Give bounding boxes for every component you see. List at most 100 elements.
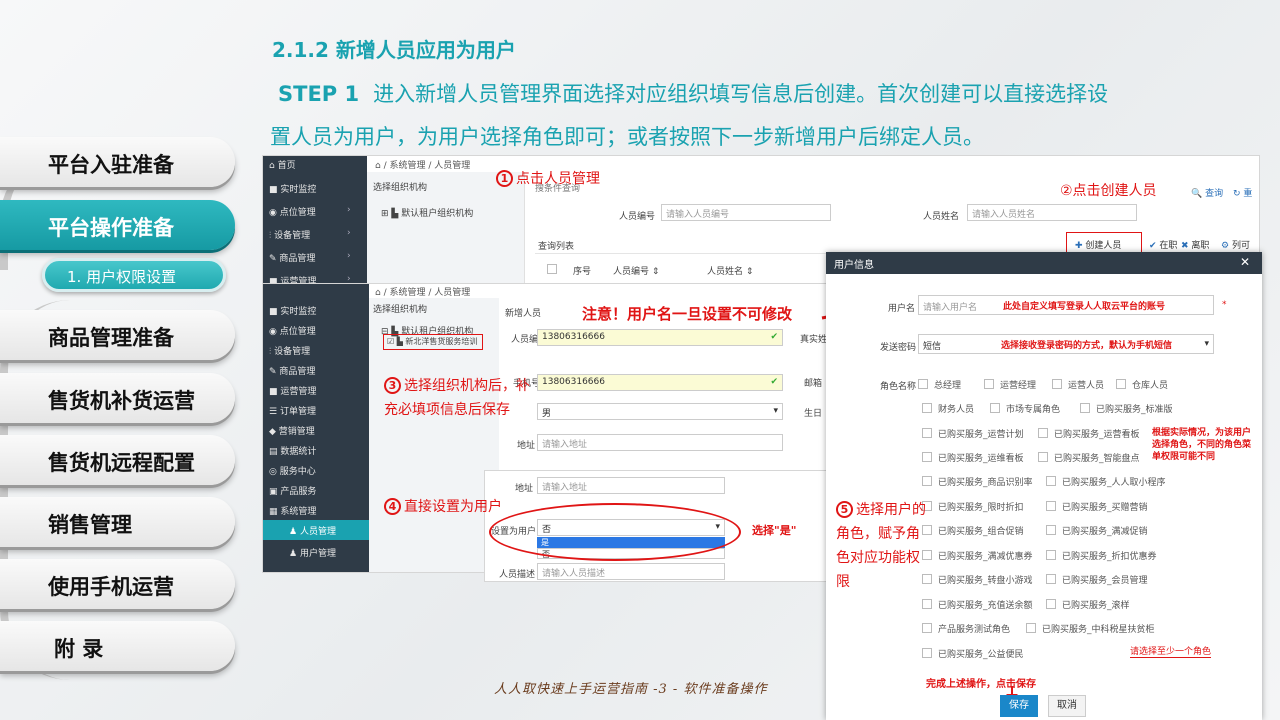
role-checkbox[interactable]: 总经理 [918, 378, 961, 391]
emp-no-input[interactable]: 13806316666 ✔ [537, 329, 783, 346]
emp-name-input[interactable]: 请输入人员姓名 [967, 204, 1137, 221]
sidebar-item-goods[interactable]: ✎ 商品管理 [269, 251, 315, 264]
annotation-notice: 注意！用户名一旦设置不可修改 [582, 305, 793, 323]
sidebar-dark: ⌂ 首页 ■ 实时监控 ◉ 点位管理 ⫶ 设备管理 ✎ 商品管理 ■ 运营管理 … [263, 156, 367, 284]
section-heading: 2.1.2 新增人员应用为用户 [272, 38, 516, 62]
step-number-1: 1 [496, 170, 513, 187]
sidebar-item-service[interactable]: ◎ 服务中心 [269, 464, 316, 477]
sidebar-item-monitor[interactable]: ■ 实时监控 [269, 182, 316, 195]
role-note: 根据实际情况，为该用户选择角色，不同的角色菜单权限可能不同 [1152, 428, 1252, 462]
send-password-select[interactable]: 短信 选择接收登录密码的方式，默认为手机短信 ▾ [918, 334, 1214, 354]
annotation-step-2: ②点击创建人员 [1060, 183, 1157, 199]
sidebar-item-location[interactable]: ◉ 点位管理 [269, 205, 316, 218]
role-checkbox[interactable]: 已购买服务_买赠营销 [1046, 500, 1148, 513]
role-checkbox[interactable]: 已购买服务_组合促销 [922, 524, 1024, 537]
role-checkbox[interactable]: 已购买服务_公益便民 [922, 647, 1024, 660]
address-input[interactable]: 请输入地址 [537, 477, 725, 494]
username-input[interactable]: 请输入用户名 此处自定义填写登录人人取云平台的账号 [918, 295, 1214, 315]
desc-input[interactable]: 请输入人员描述 [537, 563, 725, 580]
step-line-2: 置人员为用户，为用户选择角色即可；或者按照下一步新增用户后绑定人员。 [270, 125, 984, 149]
on-job-button[interactable]: ✔ 在职 [1149, 238, 1177, 251]
sidebar-item-system[interactable]: ▦ 系统管理 [269, 504, 316, 517]
col-header-emp-name[interactable]: 人员姓名 ⇕ [707, 264, 753, 277]
create-person-button[interactable]: ✚ 创建人员 [1075, 238, 1121, 251]
role-checkbox[interactable]: 运营经理 [984, 378, 1036, 391]
search-button[interactable]: 🔍 查询 [1191, 186, 1223, 199]
save-button[interactable]: 保存 [1000, 695, 1038, 717]
gender-select[interactable]: 男 ▾ [537, 403, 783, 420]
close-icon[interactable]: ✕ [1240, 255, 1250, 269]
nav-tab-remote-config[interactable]: 售货机远程配置 [0, 435, 235, 485]
nav-tab-label: 平台操作准备 [48, 216, 174, 240]
role-checkbox[interactable]: 已购买服务_运营计划 [922, 427, 1024, 440]
sidebar-item-device[interactable]: ⫶ 设备管理 [269, 228, 310, 241]
modal-header: 用户信息 ✕ [826, 252, 1262, 274]
send-password-label: 发送密码 [880, 343, 917, 353]
nav-tab-appendix[interactable]: 附 录 [0, 621, 235, 671]
birthday-label: 生日 [804, 409, 823, 419]
role-checkbox[interactable]: 运营人员 [1052, 378, 1104, 391]
sidebar-item-monitor[interactable]: ■ 实时监控 [269, 304, 316, 317]
role-checkbox[interactable]: 已购买服务_折扣优惠券 [1046, 549, 1157, 562]
leave-button[interactable]: ✖ 离职 [1181, 238, 1209, 251]
sidebar-item-personnel[interactable]: ♟ 人员管理 [289, 524, 336, 537]
role-checkbox[interactable]: 已购买服务_运营看板 [1038, 427, 1140, 440]
nav-tab-mobile[interactable]: 使用手机运营 [0, 559, 235, 609]
nav-tab-label: 平台入驻准备 [48, 153, 174, 177]
nav-subtab-user-permission[interactable]: 1. 用户权限设置 [42, 258, 226, 292]
annotation-step-4: 4 直接设置为用户 [384, 496, 502, 516]
role-checkbox[interactable]: 已购买服务_满减促销 [1046, 524, 1148, 537]
sidebar-item-users[interactable]: ♟ 用户管理 [289, 546, 336, 559]
role-checkbox[interactable]: 已购买服务_转盘小游戏 [922, 573, 1033, 586]
reset-button[interactable]: ↻ 重 [1233, 186, 1252, 199]
select-all-checkbox[interactable] [547, 264, 563, 276]
step-number-5: 5 [836, 501, 853, 518]
role-checkbox[interactable]: 财务人员 [922, 402, 974, 415]
col-header-emp-no[interactable]: 人员编号 ⇕ [613, 264, 659, 277]
step-label: STEP 1 [278, 82, 360, 106]
sidebar-item-products[interactable]: ▣ 产品服务 [269, 484, 316, 497]
role-checkbox[interactable]: 仓库人员 [1116, 378, 1168, 391]
user-info-modal: 用户信息 ✕ 用户名 请输入用户名 此处自定义填写登录人人取云平台的账号 * 发送… [826, 252, 1262, 720]
nav-tab-sales[interactable]: 销售管理 [0, 497, 235, 547]
org-tree-root[interactable]: ⊞ ▙ 默认租户组织机构 [381, 206, 473, 219]
role-checkbox[interactable]: 已购买服务_智能盘点 [1038, 451, 1140, 464]
sidebar-item-device[interactable]: ⫶ 设备管理 [269, 344, 310, 357]
address-label: 地址 [517, 441, 536, 451]
role-checkbox[interactable]: 已购买服务_滚样 [1046, 598, 1130, 611]
sidebar-item-marketing[interactable]: ◆ 营销管理 [269, 424, 315, 437]
role-checkbox[interactable]: 已购买服务_会员管理 [1046, 573, 1148, 586]
nav-tab-platform-operation[interactable]: 平台操作准备 [0, 200, 235, 250]
chevron-right-icon: › [347, 205, 351, 215]
required-mark: * [1222, 300, 1227, 310]
nav-tab-platform-onboarding[interactable]: 平台入驻准备 [0, 137, 235, 187]
role-checkbox[interactable]: 已购买服务_标准版 [1080, 402, 1173, 415]
sidebar-item-orders[interactable]: ☰ 订单管理 [269, 404, 316, 417]
role-checkbox[interactable]: 已购买服务_限时折扣 [922, 500, 1024, 513]
role-warning: 请选择至少一个角色 [1130, 644, 1212, 658]
nav-tab-goods-management[interactable]: 商品管理准备 [0, 310, 235, 360]
role-checkbox[interactable]: 已购买服务_充值送余额 [922, 598, 1033, 611]
desc-label: 人员描述 [499, 570, 536, 580]
role-checkbox[interactable]: 已购买服务_中科税星扶贫柜 [1026, 622, 1155, 635]
breadcrumb: ⌂ / 系统管理 / 人员管理 [375, 288, 471, 298]
sidebar-item-location[interactable]: ◉ 点位管理 [269, 324, 316, 337]
cancel-button[interactable]: 取消 [1048, 695, 1086, 717]
emp-no-input[interactable]: 请输入人员编号 [661, 204, 831, 221]
sidebar-item-goods[interactable]: ✎ 商品管理 [269, 364, 315, 377]
address-input[interactable]: 请输入地址 [537, 434, 783, 451]
sidebar-item-statistics[interactable]: ▤ 数据统计 [269, 444, 316, 457]
phone-input[interactable]: 13806316666 ✔ [537, 374, 783, 391]
role-checkbox[interactable]: 已购买服务_商品识别率 [922, 475, 1033, 488]
role-checkbox[interactable]: 市场专属角色 [990, 402, 1060, 415]
sidebar-item-home[interactable]: ⌂ 首页 [269, 158, 296, 171]
sidebar-item-operation[interactable]: ■ 运营管理 [269, 384, 316, 397]
role-checkbox[interactable]: 已购买服务_运维看板 [922, 451, 1024, 464]
role-checkbox[interactable]: 已购买服务_人人取小程序 [1046, 475, 1166, 488]
sidebar-dark: ■ 实时监控 ◉ 点位管理 ⫶ 设备管理 ✎ 商品管理 ■ 运营管理 ☰ 订单管… [263, 284, 369, 572]
role-checkbox[interactable]: 已购买服务_满减优惠券 [922, 549, 1033, 562]
org-tree-child[interactable]: ☑ ▙ 新北洋售货服务培训 [387, 336, 477, 347]
columns-button[interactable]: ⚙ 列可 [1221, 238, 1250, 251]
role-checkbox[interactable]: 产品服务测试角色 [922, 622, 1010, 635]
nav-tab-restock[interactable]: 售货机补货运营 [0, 373, 235, 423]
